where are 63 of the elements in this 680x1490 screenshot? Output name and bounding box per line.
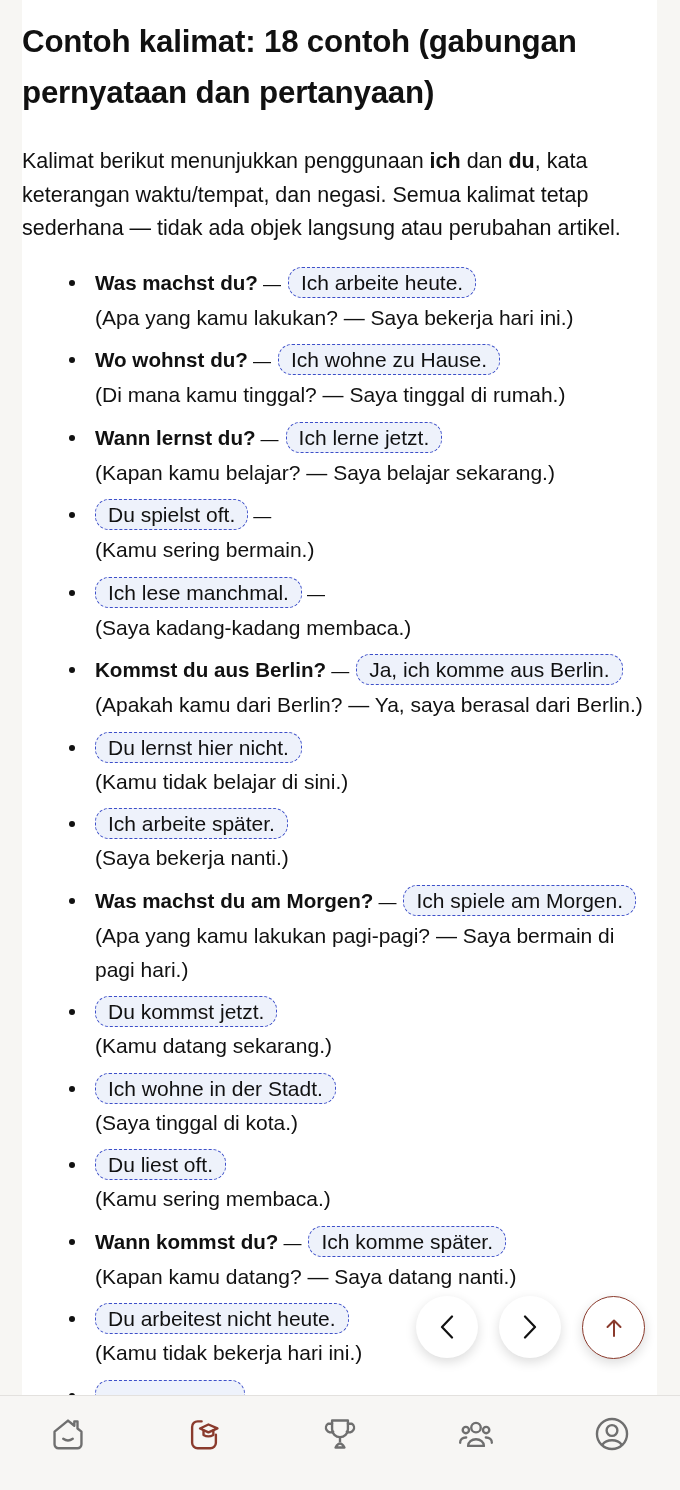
answer-chip: Du arbeitest nicht heute. — [95, 1303, 349, 1335]
bullet-icon — [69, 667, 75, 673]
answer-chip: Du spielst oft. — [95, 499, 249, 531]
bullet-icon — [69, 434, 75, 441]
bullet-icon — [69, 1316, 75, 1322]
bullet-icon — [69, 1238, 75, 1245]
answer-chip: Du lernst hier nicht. — [95, 731, 302, 763]
translation-text: (Kamu sering bermain.) — [95, 537, 316, 563]
translation-text: (Saya kadang-kadang membaca.) — [95, 614, 413, 641]
chevron-right-icon — [523, 1315, 537, 1339]
translation-text: (Kapan kamu belajar? — Saya belajar sekarang.) — [95, 459, 556, 486]
answer-chip: Ich arbeite später. — [95, 808, 288, 840]
dash-text: — — [331, 660, 350, 683]
dash-text: — — [253, 505, 272, 528]
translation-text: (Apa yang kamu lakukan pagi-pagi? — Saya bermain di pagi hari.) — [95, 922, 616, 983]
question-text: Wo wohnst du? — [95, 348, 248, 371]
dash-text: — — [306, 582, 325, 606]
dash-text: — — [262, 272, 281, 296]
question-text: Wann lernst du? — [95, 425, 256, 449]
bullet-icon — [69, 1085, 75, 1092]
question-text: Was machst du? — [95, 270, 258, 294]
arrow-up-icon — [605, 1318, 622, 1337]
intro-paragraph: Kalimat berikut menunjukkan penggunaan ich dan du, kata keterangan waktu/tempat, dan negasi. Semua kalimat tetap sederhana — tidak ada objek langsung atau perubahan artikel. — [22, 148, 622, 242]
translation-text: (Saya tinggal di kota.) — [95, 1109, 300, 1136]
bullet-icon — [69, 897, 75, 904]
bullet-icon — [69, 1009, 75, 1015]
user-profile-icon — [593, 1415, 631, 1453]
bullet-icon — [69, 1162, 75, 1168]
translation-text: (Saya bekerja nanti.) — [95, 845, 290, 871]
answer-chip: Ich wohne zu Hause. — [277, 344, 501, 376]
question-text: Was machst du am Morgen? — [95, 888, 374, 912]
bullet-icon — [69, 744, 75, 751]
translation-text: (Apa yang kamu lakukan? — Saya bekerja hari ini.) — [95, 304, 575, 331]
translation-text: (Kamu datang sekarang.) — [95, 1033, 333, 1059]
chevron-left-icon — [440, 1315, 454, 1339]
translation-text: (Kamu tidak bekerja hari ini.) — [95, 1340, 364, 1366]
bullet-icon — [69, 512, 75, 518]
translation-text: (Kamu tidak belajar di sini.) — [95, 768, 350, 795]
section-heading: Contoh kalimat: 18 contoh (gabungan pernyataan dan pertanyaan) — [22, 23, 578, 112]
answer-chip: Du liest oft. — [95, 1149, 227, 1181]
bullet-icon — [69, 357, 75, 363]
dash-text: — — [378, 890, 397, 914]
translation-text: (Kapan kamu datang? — Saya datang nanti.) — [95, 1263, 518, 1290]
profile-tab[interactable] — [593, 1415, 631, 1453]
dash-text: — — [283, 1231, 302, 1255]
answer-chip: Ich lerne jetzt. — [285, 421, 443, 453]
answer-chip: Du kommst jetzt. — [95, 996, 278, 1028]
bullet-icon — [69, 589, 75, 596]
bullet-icon — [69, 821, 75, 827]
answer-chip: Ich spiele am Morgen. — [403, 884, 637, 916]
translation-text: (Di mana kamu tinggal? — Saya tinggal di rumah.) — [95, 382, 567, 408]
answer-chip: Ich arbeite heute. — [287, 266, 477, 298]
bullet-icon — [69, 279, 75, 286]
answer-chip: Ich komme später. — [308, 1225, 506, 1257]
answer-chip: Ja, ich komme aus Berlin. — [356, 654, 623, 686]
translation-text: (Kamu sering membaca.) — [95, 1186, 332, 1212]
dash-text: — — [252, 350, 271, 373]
question-text: Wann kommst du? — [95, 1229, 279, 1253]
translation-text: (Apakah kamu dari Berlin? — Ya, saya berasal dari Berlin.) — [95, 692, 644, 718]
question-text: Kommst du aus Berlin? — [95, 658, 327, 681]
answer-chip: Ich lese manchmal. — [95, 576, 302, 608]
answer-chip: Ich wohne in der Stadt. — [95, 1072, 336, 1104]
dash-text: — — [260, 427, 279, 451]
